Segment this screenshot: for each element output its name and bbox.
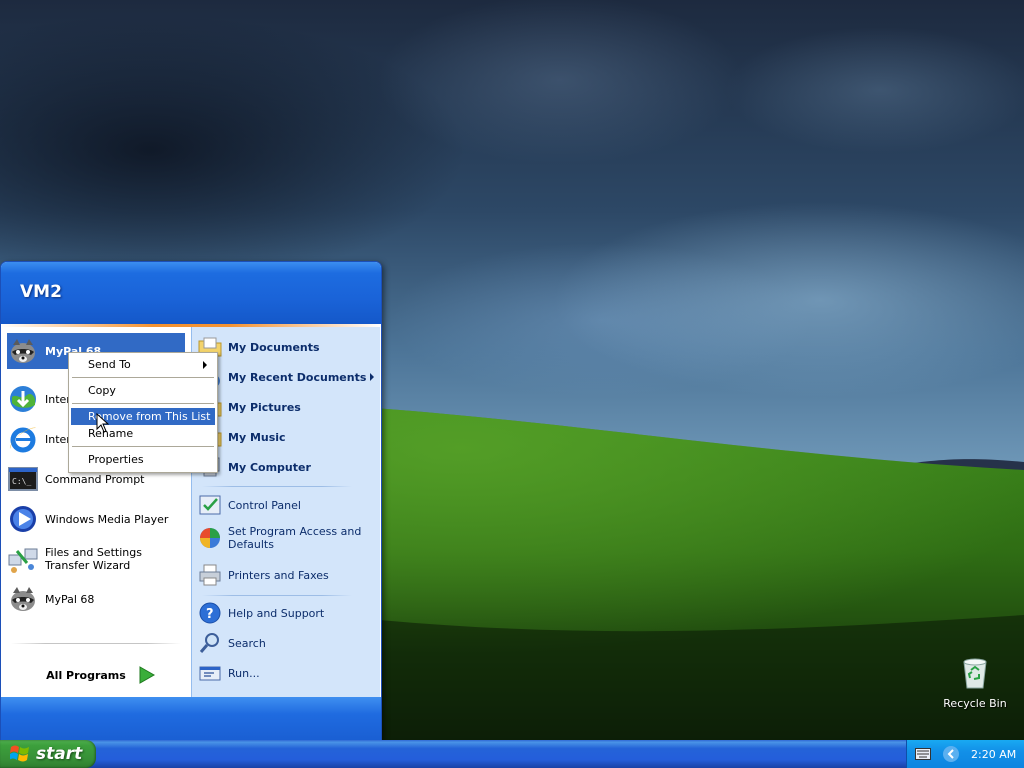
submenu-arrow-icon: [370, 373, 374, 381]
start-menu-right-pane: My Documents My Recent Documents My Pict…: [191, 327, 380, 697]
places-label: My Computer: [228, 460, 311, 474]
internet-download-icon: [10, 386, 36, 412]
internet-explorer-icon: [9, 427, 36, 453]
search-icon: [199, 633, 219, 653]
places-label: Set Program Access and Defaults: [228, 525, 362, 551]
context-menu: Send To Copy Remove from This List Renam…: [68, 352, 218, 473]
ctx-remove-from-list[interactable]: Remove from This List: [71, 408, 215, 425]
transfer-wizard-icon: [8, 548, 38, 573]
command-prompt-icon: C:\_: [8, 467, 38, 491]
places-label: Help and Support: [228, 606, 325, 620]
ctx-rename[interactable]: Rename: [71, 425, 215, 442]
recycle-bin-icon: [963, 658, 987, 689]
places-my-music[interactable]: My Music: [198, 423, 374, 451]
ctx-item-label: Properties: [88, 453, 144, 466]
places-label: Control Panel: [228, 498, 301, 512]
places-search[interactable]: Search: [198, 629, 374, 657]
places-label: My Documents: [228, 340, 320, 354]
raccoon-icon: [11, 587, 35, 611]
keyboard-icon[interactable]: [915, 748, 931, 760]
ctx-properties[interactable]: Properties: [71, 451, 215, 468]
control-panel-icon: [199, 495, 221, 515]
right-pane-divider: [202, 486, 352, 487]
places-label: My Pictures: [228, 400, 301, 414]
recent-item-label: Command Prompt: [45, 472, 145, 486]
taskbar: start 2:20 AM: [0, 740, 1024, 768]
system-tray: 2:20 AM: [906, 740, 1024, 768]
media-player-icon: [10, 506, 36, 532]
places-my-documents[interactable]: My Documents: [198, 333, 374, 361]
places-program-access[interactable]: Set Program Access and Defaults: [198, 521, 374, 555]
ctx-copy[interactable]: Copy: [71, 382, 215, 399]
submenu-arrow-icon: [203, 361, 207, 369]
places-my-computer[interactable]: My Computer: [198, 453, 374, 481]
places-label: Printers and Faxes: [228, 568, 329, 582]
ctx-send-to[interactable]: Send To: [71, 356, 215, 373]
recycle-bin[interactable]: Recycle Bin: [940, 656, 1010, 710]
start-label: start: [36, 744, 83, 764]
places-my-recent-documents[interactable]: My Recent Documents: [198, 363, 374, 391]
all-programs-label: All Programs: [46, 668, 126, 682]
recent-item-label: Files and Settings Transfer Wizard: [45, 546, 142, 572]
recent-item-label: MyPal 68: [45, 592, 95, 606]
recent-item-media-player[interactable]: Windows Media Player: [7, 501, 185, 537]
ctx-separator: [72, 403, 214, 404]
show-hidden-icons-button[interactable]: [943, 746, 959, 762]
mouse-cursor-icon: [96, 413, 110, 433]
left-pane-divider: [11, 643, 181, 644]
places-printers-faxes[interactable]: Printers and Faxes: [198, 561, 374, 589]
ctx-item-label: Send To: [88, 358, 131, 371]
svg-text:?: ?: [206, 607, 214, 622]
printer-icon: [199, 564, 221, 586]
run-icon: [199, 666, 221, 681]
clock[interactable]: 2:20 AM: [971, 748, 1016, 761]
places-label: My Music: [228, 430, 286, 444]
raccoon-icon: [11, 339, 35, 363]
places-label: Run...: [228, 666, 260, 680]
start-menu-footer: [1, 697, 381, 740]
start-menu-header: VM2: [1, 262, 381, 324]
ctx-item-label: Rename: [88, 427, 134, 440]
help-icon: ?: [199, 602, 221, 624]
places-help-support[interactable]: ? Help and Support: [198, 599, 374, 627]
places-control-panel[interactable]: Control Panel: [198, 491, 374, 519]
all-programs-button[interactable]: All Programs: [31, 663, 171, 687]
chevron-left-icon: [947, 749, 954, 759]
recent-item-mypal[interactable]: MyPal 68: [7, 581, 185, 617]
recent-item-transfer-wizard[interactable]: Files and Settings Transfer Wizard: [7, 541, 185, 577]
places-label: My Recent Documents: [228, 370, 367, 384]
user-name: VM2: [20, 282, 62, 302]
start-menu: VM2 MyPal 68 Internet Internet C:\_ Comm…: [0, 261, 382, 741]
places-run[interactable]: Run...: [198, 659, 374, 687]
start-button[interactable]: start: [0, 740, 96, 768]
places-my-pictures[interactable]: My Pictures: [198, 393, 374, 421]
right-pane-divider: [202, 595, 352, 596]
ctx-item-label: Copy: [88, 384, 116, 397]
arrow-right-icon: [139, 666, 155, 684]
svg-text:C:\_: C:\_: [12, 477, 31, 486]
program-access-icon: [200, 528, 220, 548]
recent-item-label: Windows Media Player: [45, 512, 169, 526]
windows-logo-icon: [10, 745, 29, 762]
places-label: Search: [228, 636, 266, 650]
ctx-separator: [72, 446, 214, 447]
recycle-bin-label: Recycle Bin: [943, 697, 1007, 710]
ctx-separator: [72, 377, 214, 378]
